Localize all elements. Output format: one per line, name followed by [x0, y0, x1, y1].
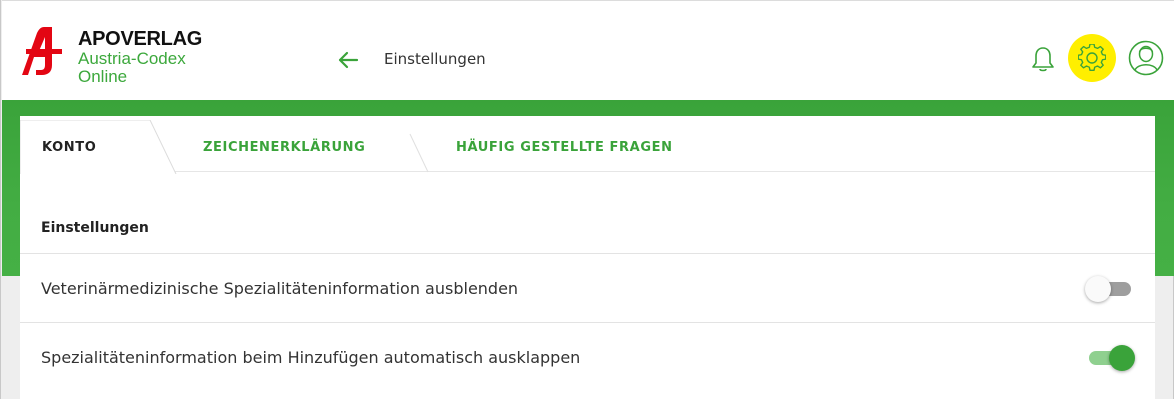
settings-button[interactable] — [1068, 34, 1116, 82]
tab-zeichenerklaerung[interactable]: ZEICHENERKLÄRUNG — [203, 140, 365, 155]
toggle-knob — [1109, 345, 1135, 371]
app-header: APOVERLAG Austria-Codex Online Einstellu… — [2, 0, 1174, 100]
tab-konto[interactable]: KONTO — [42, 140, 96, 155]
arrow-left-icon — [338, 51, 359, 69]
back-button[interactable] — [335, 47, 361, 73]
brand-subtitle-line1: Austria-Codex — [78, 49, 186, 68]
settings-card: KONTO ZEICHENERKLÄRUNG HÄUFIG GESTELLTE … — [20, 116, 1155, 399]
tab-bar: KONTO ZEICHENERKLÄRUNG HÄUFIG GESTELLTE … — [20, 116, 1155, 174]
setting-label: Spezialitäteninformation beim Hinzufügen… — [41, 348, 581, 367]
tab-faq[interactable]: HÄUFIG GESTELLTE FRAGEN — [456, 140, 673, 155]
toggle-hide-veterinary[interactable] — [1085, 276, 1135, 302]
user-avatar-icon[interactable] — [1128, 38, 1164, 78]
bell-icon[interactable] — [1030, 45, 1056, 73]
setting-row-auto-expand: Spezialitäteninformation beim Hinzufügen… — [20, 322, 1155, 392]
brand-subtitle-line2: Online — [78, 67, 128, 86]
toggle-auto-expand[interactable] — [1085, 345, 1135, 371]
section-title: Einstellungen — [41, 220, 149, 236]
gear-icon — [1078, 44, 1106, 71]
apoverlag-logo-icon — [22, 27, 62, 75]
app-window: APOVERLAG Austria-Codex Online Einstellu… — [0, 0, 1174, 399]
toggle-knob — [1085, 276, 1111, 302]
tab-separator — [409, 133, 429, 173]
brand-name: APOVERLAG — [78, 28, 202, 50]
setting-row-veterinary: Veterinärmedizinische Spezialitäteninfor… — [20, 253, 1155, 323]
page-title: Einstellungen — [384, 50, 486, 68]
brand-text: APOVERLAG Austria-Codex Online — [78, 29, 202, 85]
setting-label: Veterinärmedizinische Spezialitäteninfor… — [41, 279, 519, 298]
